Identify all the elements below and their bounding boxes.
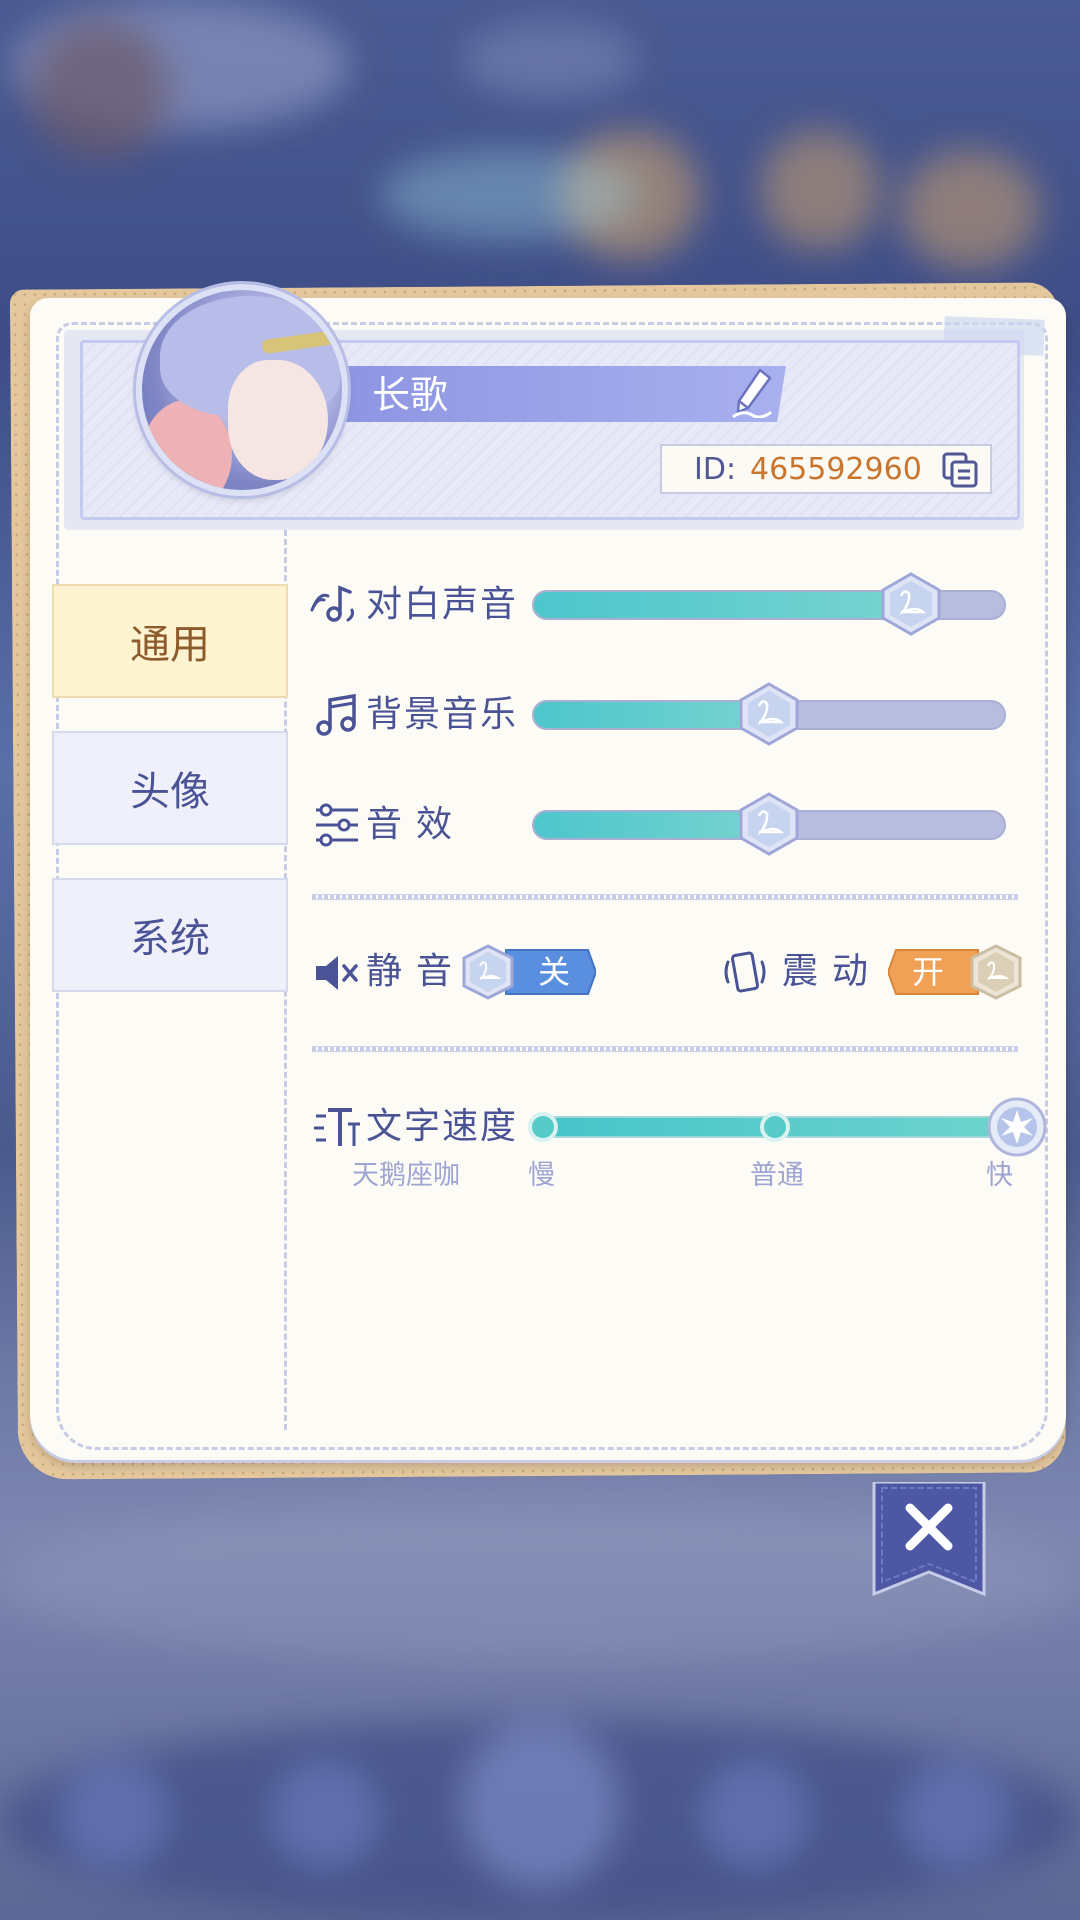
mute-speaker-icon [316,956,358,990]
text-speed-knob[interactable] [986,1096,1048,1158]
tab-general-label: 通用 [130,622,210,668]
mute-toggle[interactable] [456,944,596,1000]
voice-icon [310,585,354,622]
equalizer-icon [316,803,358,847]
sfx-volume-knob[interactable] [737,792,801,856]
dialogue-volume-label: 对白声音 [366,584,519,625]
dialogue-volume-fill [534,592,910,618]
text-speed-normal-label: 普通 [750,1160,804,1191]
tab-system-label: 系统 [130,916,210,962]
copy-icon[interactable] [940,450,980,490]
tab-avatar-label: 头像 [130,769,210,815]
vibrate-toggle-state: 开 [912,953,945,991]
text-speed-label: 文字速度 [366,1106,519,1147]
mute-toggle-state: 关 [538,953,571,991]
id-value: 465592960 [750,452,922,487]
section-divider [312,1046,1018,1052]
text-speed-slow-label: 慢 [528,1160,555,1191]
sfx-volume-fill [534,812,769,838]
vibrate-toggle[interactable] [888,944,1028,1000]
bgm-volume-fill [534,702,769,728]
text-speed-stop-slow[interactable] [528,1112,558,1142]
dialogue-volume-knob[interactable] [879,572,943,636]
player-name: 长歌 [372,373,449,417]
bgm-volume-knob[interactable] [737,682,801,746]
bgm-volume-label: 背景音乐 [366,694,519,735]
tab-avatar[interactable]: 头像 [52,731,288,845]
music-note-icon [316,693,356,736]
tab-system[interactable]: 系统 [52,878,288,992]
text-speed-preview: 天鹅座咖 [352,1160,460,1191]
close-button[interactable] [872,1482,986,1596]
tab-general[interactable]: 通用 [52,584,288,698]
vibrate-phone-icon [724,951,766,993]
vibrate-label: 震动 [782,951,883,992]
text-speed-stop-normal[interactable] [760,1112,790,1142]
text-size-icon [314,1108,360,1146]
edit-name-icon[interactable] [730,366,774,418]
section-divider [312,894,1018,900]
text-speed-fast-label: 快 [986,1160,1013,1191]
mute-label: 静音 [366,951,467,992]
id-label: ID: [694,452,737,487]
sfx-volume-label: 音效 [366,804,467,845]
player-avatar[interactable] [136,284,348,496]
